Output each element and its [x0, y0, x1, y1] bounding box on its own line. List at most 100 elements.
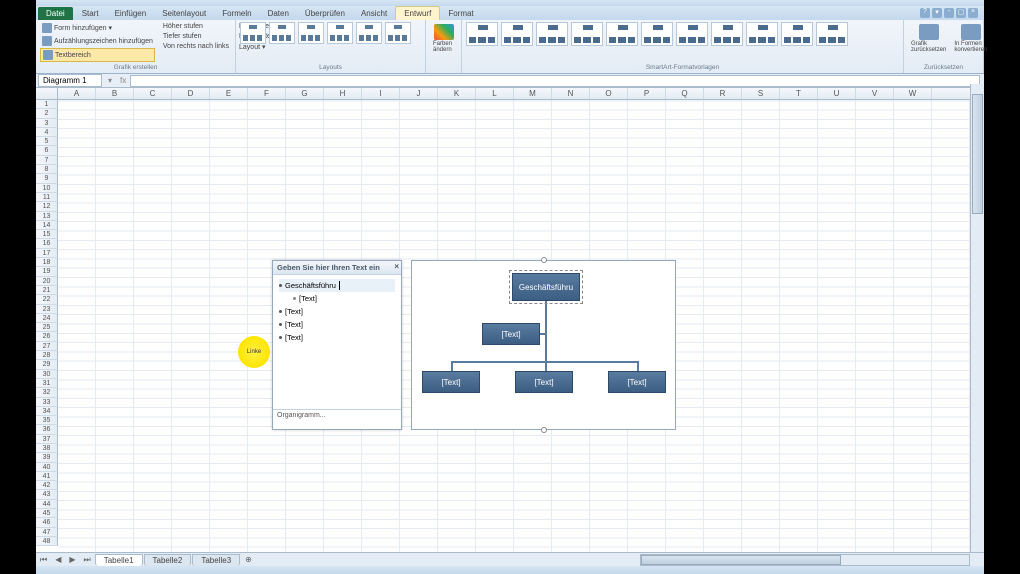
rtl-button[interactable]: Von rechts nach links	[161, 42, 231, 51]
org-node-child[interactable]: [Text]	[422, 371, 480, 393]
text-pane-body[interactable]: Geschäftsführu [Text] [Text] [Text] [Tex…	[273, 275, 401, 409]
worksheet-grid[interactable]: A B C D E F G H I J K L M N O P Q R S T …	[36, 88, 984, 556]
style-thumb-7[interactable]	[676, 22, 708, 46]
row-header[interactable]: 32	[36, 388, 58, 397]
row-header[interactable]: 29	[36, 360, 58, 369]
style-thumb-1[interactable]	[466, 22, 498, 46]
row-header[interactable]: 35	[36, 416, 58, 425]
col-header[interactable]: L	[476, 88, 514, 99]
tab-ansicht[interactable]: Ansicht	[353, 7, 395, 20]
layout-thumb-4[interactable]	[327, 22, 353, 44]
sheet-tab-3[interactable]: Tabelle3	[192, 554, 240, 566]
row-header[interactable]: 6	[36, 146, 58, 155]
row-header[interactable]: 2	[36, 109, 58, 118]
col-header[interactable]: O	[590, 88, 628, 99]
layout-thumb-1[interactable]	[240, 22, 266, 44]
namebox-dropdown-icon[interactable]: ▾	[104, 76, 116, 85]
row-header[interactable]: 7	[36, 156, 58, 165]
smartart-canvas[interactable]: Geschäftsführu [Text] [Text] [Text] [Tex…	[411, 260, 676, 430]
close-icon[interactable]: ×	[394, 262, 399, 271]
col-header[interactable]: B	[96, 88, 134, 99]
text-pane-item[interactable]: [Text]	[279, 318, 395, 331]
org-node-root[interactable]: Geschäftsführu	[512, 273, 580, 301]
row-header[interactable]: 9	[36, 174, 58, 183]
smartart-text-pane[interactable]: Geben Sie hier Ihren Text ein × Geschäft…	[272, 260, 402, 430]
style-thumb-11[interactable]	[816, 22, 848, 46]
col-header[interactable]: I	[362, 88, 400, 99]
layout-thumb-2[interactable]	[269, 22, 295, 44]
row-header[interactable]: 14	[36, 221, 58, 230]
select-all-corner[interactable]	[36, 88, 58, 99]
change-colors-button[interactable]: Farben ändern	[430, 22, 457, 55]
text-pane-item[interactable]: [Text]	[279, 331, 395, 344]
tab-einfuegen[interactable]: Einfügen	[107, 7, 155, 20]
help-icon[interactable]: ?	[920, 8, 930, 18]
text-pane-item[interactable]: [Text]	[279, 305, 395, 318]
col-header[interactable]: Q	[666, 88, 704, 99]
row-header[interactable]: 36	[36, 425, 58, 434]
row-header[interactable]: 22	[36, 295, 58, 304]
file-tab[interactable]: Datei	[38, 7, 73, 20]
sheet-tab-2[interactable]: Tabelle2	[144, 554, 192, 566]
row-header[interactable]: 28	[36, 351, 58, 360]
reset-graphic-button[interactable]: Grafik zurücksetzen	[908, 22, 949, 55]
row-header[interactable]: 5	[36, 137, 58, 146]
col-header[interactable]: A	[58, 88, 96, 99]
text-pane-item[interactable]: Geschäftsführu	[279, 279, 395, 292]
fx-icon[interactable]: fx	[116, 76, 130, 85]
formula-input[interactable]	[130, 75, 980, 87]
row-header[interactable]: 26	[36, 332, 58, 341]
scrollbar-thumb[interactable]	[972, 94, 983, 214]
row-header[interactable]: 37	[36, 435, 58, 444]
col-header[interactable]: E	[210, 88, 248, 99]
row-header[interactable]: 23	[36, 305, 58, 314]
col-header[interactable]: C	[134, 88, 172, 99]
row-header[interactable]: 24	[36, 314, 58, 323]
row-header[interactable]: 15	[36, 230, 58, 239]
tab-seitenlayout[interactable]: Seitenlayout	[154, 7, 214, 20]
row-header[interactable]: 13	[36, 212, 58, 221]
col-header[interactable]: P	[628, 88, 666, 99]
row-header[interactable]: 48	[36, 537, 58, 546]
tab-start[interactable]: Start	[74, 7, 107, 20]
convert-shapes-button[interactable]: In Formen konvertieren	[951, 22, 990, 55]
col-header[interactable]: W	[894, 88, 932, 99]
minimize-icon[interactable]: -	[944, 8, 954, 18]
style-thumb-3[interactable]	[536, 22, 568, 46]
style-thumb-4[interactable]	[571, 22, 603, 46]
scrollbar-thumb[interactable]	[641, 555, 841, 565]
style-thumb-10[interactable]	[781, 22, 813, 46]
row-header[interactable]: 39	[36, 453, 58, 462]
sheet-nav-first-icon[interactable]: ⏮	[36, 555, 51, 565]
row-header[interactable]: 18	[36, 258, 58, 267]
row-header[interactable]: 21	[36, 286, 58, 295]
col-header[interactable]: V	[856, 88, 894, 99]
row-header[interactable]: 20	[36, 277, 58, 286]
row-header[interactable]: 1	[36, 100, 58, 109]
col-header[interactable]: M	[514, 88, 552, 99]
layout-thumb-6[interactable]	[385, 22, 411, 44]
minimize-ribbon-icon[interactable]: ▾	[932, 8, 942, 18]
row-header[interactable]: 11	[36, 193, 58, 202]
col-header[interactable]: H	[324, 88, 362, 99]
row-header[interactable]: 33	[36, 398, 58, 407]
row-header[interactable]: 40	[36, 463, 58, 472]
row-header[interactable]: 3	[36, 119, 58, 128]
style-thumb-9[interactable]	[746, 22, 778, 46]
tab-entwurf[interactable]: Entwurf	[395, 6, 440, 20]
horizontal-scrollbar[interactable]	[640, 554, 970, 566]
tab-ueberpruefen[interactable]: Überprüfen	[297, 7, 353, 20]
row-header[interactable]: 17	[36, 249, 58, 258]
sheet-nav-next-icon[interactable]: ▶	[65, 555, 79, 564]
col-header[interactable]: K	[438, 88, 476, 99]
row-header[interactable]: 41	[36, 472, 58, 481]
demote-button[interactable]: Tiefer stufen	[161, 32, 231, 41]
vertical-scrollbar[interactable]	[970, 84, 984, 552]
text-pane-item[interactable]: [Text]	[279, 292, 395, 305]
col-header[interactable]: T	[780, 88, 818, 99]
org-node-child[interactable]: [Text]	[515, 371, 573, 393]
resize-handle[interactable]	[541, 427, 547, 433]
col-header[interactable]: N	[552, 88, 590, 99]
style-thumb-5[interactable]	[606, 22, 638, 46]
col-header[interactable]: R	[704, 88, 742, 99]
